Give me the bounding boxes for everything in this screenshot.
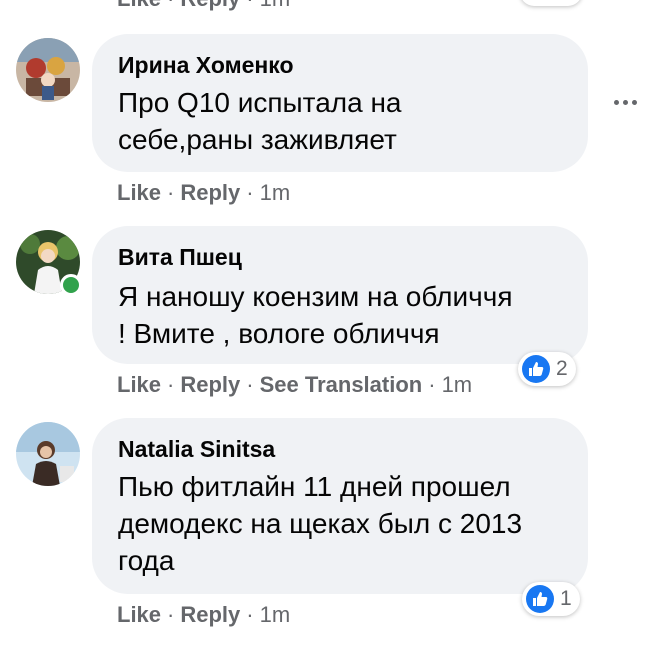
avatar[interactable] [16, 422, 80, 486]
reaction-count: 1 [560, 587, 572, 610]
comment-author[interactable]: Ирина Хоменко [118, 52, 294, 79]
comment-author[interactable]: Natalia Sinitsa [118, 436, 275, 463]
reaction-count: 2 [556, 357, 568, 380]
comment-text-line: себе,раны заживляет [118, 124, 397, 155]
comment-text: Я наношу коензим на обличчя ! Вмите , во… [118, 278, 578, 352]
comment-text-line: Про Q10 испытала на [118, 87, 402, 118]
timestamp: 1m [260, 0, 291, 11]
online-status-indicator [60, 274, 82, 296]
comment-text: Про Q10 испытала на себе,раны заживляет [118, 84, 578, 158]
timestamp: 1m [259, 602, 291, 627]
avatar[interactable] [16, 38, 80, 102]
see-translation-link[interactable]: See Translation [260, 372, 423, 397]
comment-text-line: Я наношу коензим на обличчя [118, 281, 513, 312]
comment-text-line: года [118, 545, 175, 576]
reaction-count-badge[interactable]: 1 [522, 582, 580, 616]
previous-comment-actions: Like·Reply·1m [117, 0, 290, 12]
comment-author[interactable]: Вита Пшец [118, 244, 242, 271]
thumbs-up-icon [526, 585, 554, 613]
comment-text-line: демодекс на щеках был с 2013 [118, 508, 523, 539]
comment-bubble: Natalia Sinitsa Пью фитлайн 11 дней прош… [92, 418, 588, 594]
comment-actions: Like · Reply · See Translation · 1m [117, 372, 473, 397]
comment-text-line: ! Вмите , вологе обличчя [118, 318, 440, 349]
reply-link[interactable]: Reply [180, 180, 240, 205]
like-link[interactable]: Like [117, 372, 161, 397]
previous-reaction-badge [520, 0, 582, 6]
comment-bubble: Вита Пшец Я наношу коензим на обличчя ! … [92, 226, 588, 364]
reply-link[interactable]: Reply [180, 602, 240, 627]
like-link[interactable]: Like [117, 602, 161, 627]
comment-actions: Like · Reply · 1m [117, 180, 291, 205]
like-link[interactable]: Like [117, 180, 161, 205]
like-link[interactable]: Like [117, 0, 161, 11]
more-options-icon[interactable] [614, 100, 637, 105]
timestamp: 1m [259, 180, 291, 205]
reply-link[interactable]: Reply [180, 0, 240, 11]
comment-text: Пью фитлайн 11 дней прошел демодекс на щ… [118, 468, 578, 579]
reply-link[interactable]: Reply [180, 372, 240, 397]
reaction-count-badge[interactable]: 2 [518, 352, 576, 386]
timestamp: 1m [441, 372, 473, 397]
comment-bubble: Ирина Хоменко Про Q10 испытала на себе,р… [92, 34, 588, 172]
thumbs-up-icon [522, 355, 550, 383]
comment-text-line: Пью фитлайн 11 дней прошел [118, 471, 511, 502]
comment-actions: Like · Reply · 1m [117, 602, 291, 627]
